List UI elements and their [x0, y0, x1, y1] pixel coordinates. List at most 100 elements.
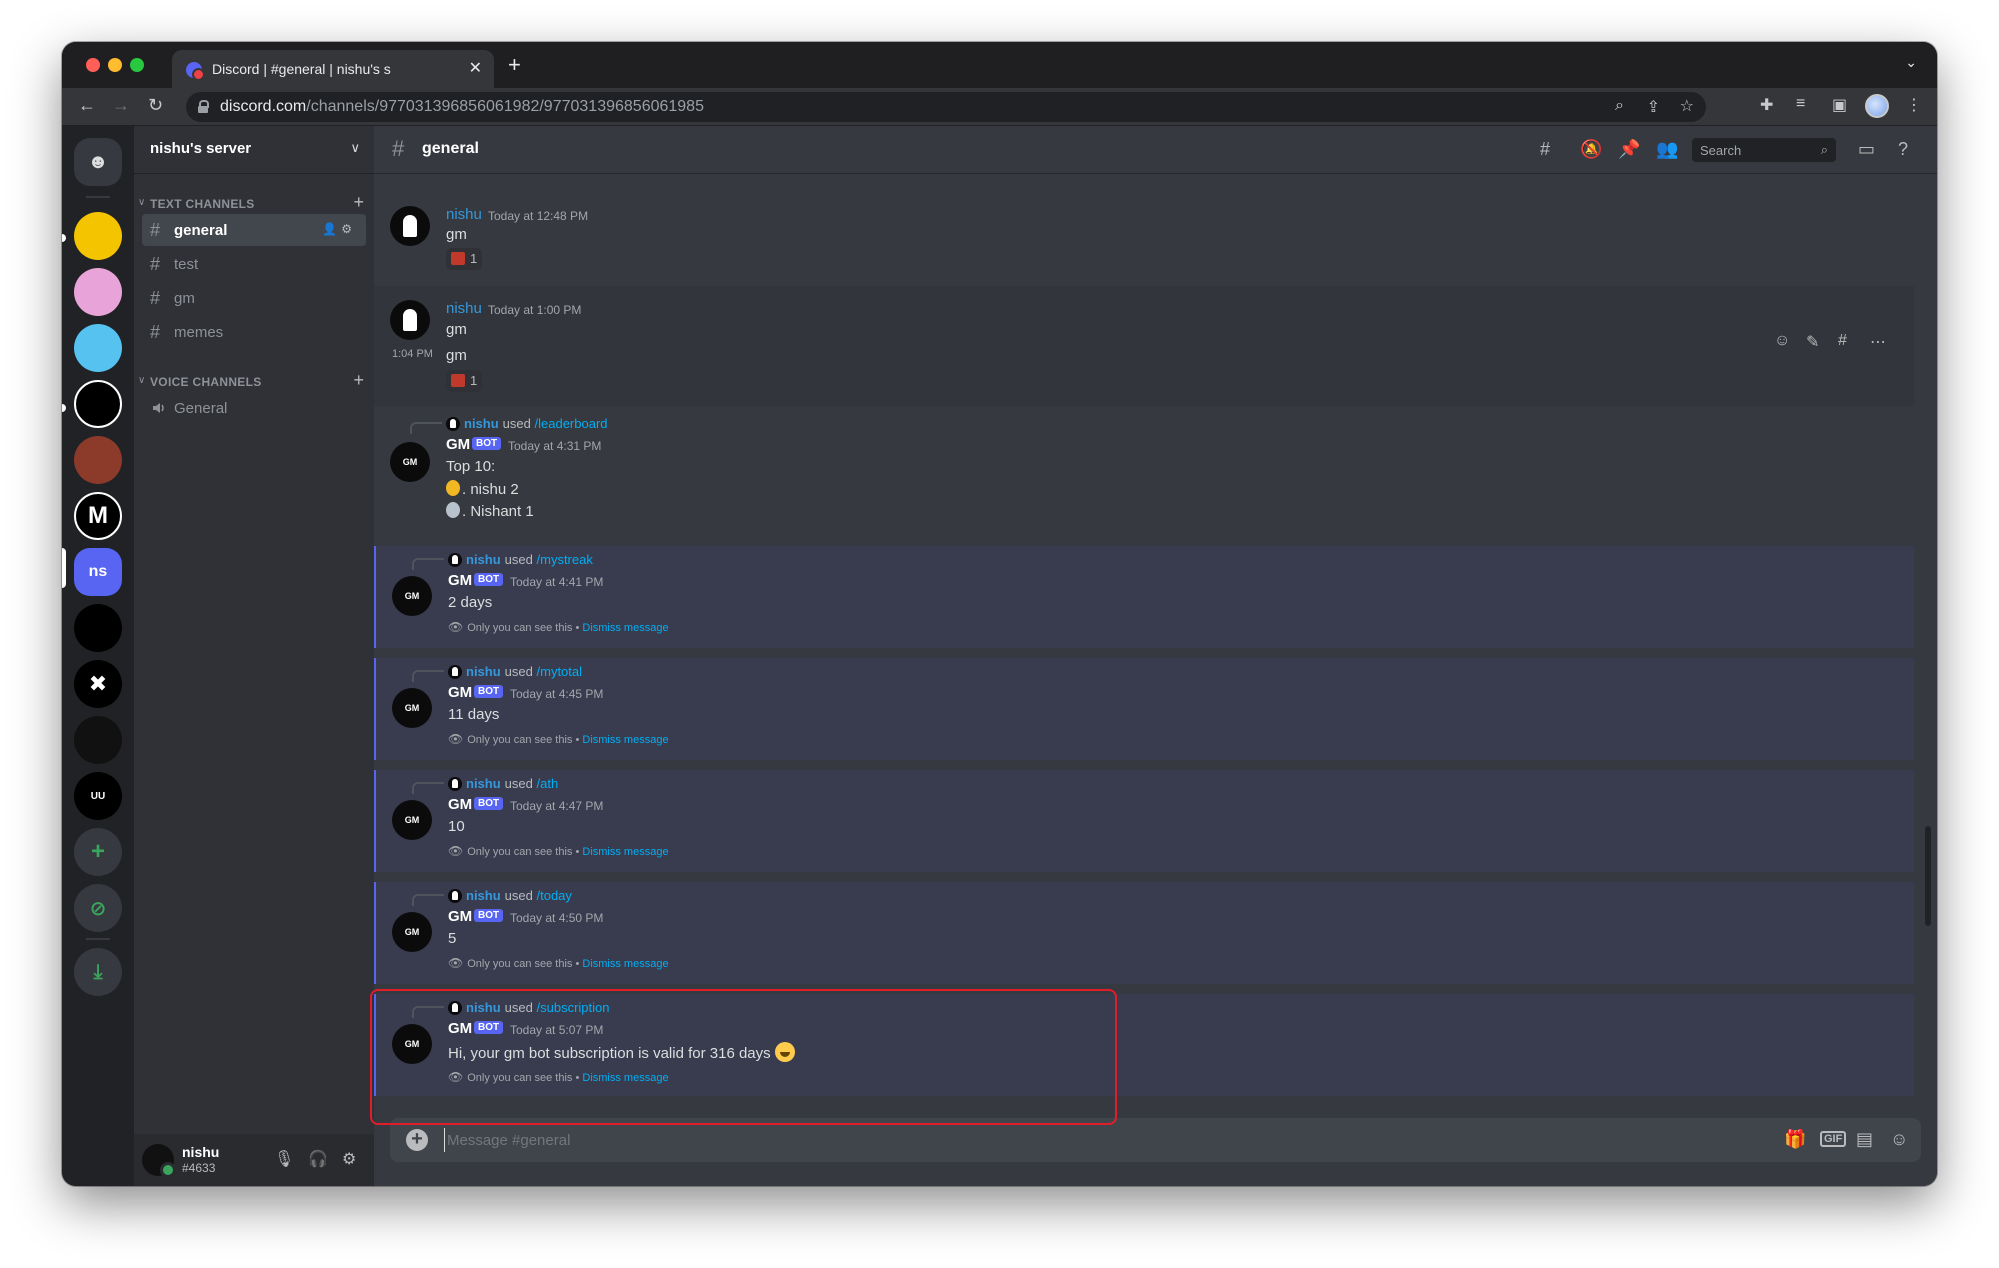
- reply-user[interactable]: nishu: [466, 552, 501, 567]
- reply-user[interactable]: nishu: [466, 1000, 501, 1015]
- reply-command[interactable]: /leaderboard: [535, 416, 608, 431]
- reload-icon[interactable]: ↻: [148, 95, 163, 116]
- browser-tab-discord[interactable]: Discord | #general | nishu's s ✕: [172, 50, 494, 88]
- gif-button[interactable]: GIF: [1820, 1131, 1847, 1147]
- edit-pencil-icon[interactable]: ✎: [1806, 332, 1819, 352]
- create-channel-icon[interactable]: +: [353, 192, 364, 213]
- reply-command[interactable]: /mystreak: [537, 552, 593, 567]
- avatar[interactable]: GM: [392, 688, 432, 728]
- reply-user[interactable]: nishu: [464, 416, 499, 431]
- text-channels-category[interactable]: ∨ TEXT CHANNELS +: [138, 192, 368, 214]
- inbox-icon[interactable]: ▭: [1858, 139, 1875, 160]
- channel-memes[interactable]: # memes: [142, 316, 366, 348]
- avatar[interactable]: GM: [392, 912, 432, 952]
- bookmark-star-icon[interactable]: ☆: [1680, 96, 1694, 116]
- message-author[interactable]: GM: [446, 436, 470, 453]
- message-author[interactable]: GM: [448, 1020, 472, 1037]
- discord-home-icon[interactable]: ☻: [74, 138, 122, 186]
- mute-microphone-icon[interactable]: 🎙: [274, 1149, 294, 1169]
- gift-icon[interactable]: 🎁: [1784, 1129, 1806, 1150]
- message-input[interactable]: [444, 1128, 1644, 1152]
- tab-search-icon[interactable]: ⌄: [1905, 54, 1917, 71]
- message-author[interactable]: nishu: [446, 300, 482, 317]
- tab-close-icon[interactable]: ✕: [469, 58, 482, 78]
- attach-plus-button[interactable]: +: [406, 1129, 428, 1151]
- server-icon-2[interactable]: [74, 268, 122, 316]
- message-author[interactable]: GM: [448, 684, 472, 701]
- chat-scrollbar[interactable]: [1925, 826, 1931, 926]
- explore-servers-button[interactable]: ⊘: [74, 884, 122, 932]
- close-window-button[interactable]: [86, 58, 100, 72]
- reply-command[interactable]: /subscription: [537, 1000, 610, 1015]
- member-list-icon[interactable]: 👥: [1656, 139, 1678, 160]
- user-settings-gear-icon[interactable]: ⚙: [342, 1149, 356, 1169]
- pinned-messages-icon[interactable]: 📌: [1618, 139, 1640, 160]
- reply-command[interactable]: /today: [537, 888, 572, 903]
- reaction[interactable]: 1: [446, 370, 482, 392]
- minimize-window-button[interactable]: [108, 58, 122, 72]
- avatar[interactable]: [390, 206, 430, 246]
- dismiss-message-link[interactable]: Dismiss message: [582, 958, 668, 970]
- avatar[interactable]: GM: [390, 442, 430, 482]
- avatar[interactable]: [142, 1144, 176, 1178]
- message-author[interactable]: GM: [448, 572, 472, 589]
- side-panel-icon[interactable]: ▣: [1832, 95, 1847, 115]
- server-header[interactable]: nishu's server ∨: [134, 126, 374, 174]
- reply-command[interactable]: /ath: [537, 776, 559, 791]
- address-bar[interactable]: discord.com/channels/977031396856061982/…: [186, 92, 1706, 122]
- server-icon-8[interactable]: [74, 604, 122, 652]
- new-tab-button[interactable]: +: [508, 52, 521, 78]
- dismiss-message-link[interactable]: Dismiss message: [582, 734, 668, 746]
- create-channel-icon[interactable]: +: [353, 370, 364, 391]
- server-icon-nishus-server[interactable]: ns: [74, 548, 122, 596]
- headphones-icon[interactable]: 🎧: [308, 1149, 328, 1169]
- server-icon-5[interactable]: [74, 436, 122, 484]
- maximize-window-button[interactable]: [130, 58, 144, 72]
- voice-channel-general[interactable]: General: [142, 392, 366, 424]
- add-reaction-icon[interactable]: ☺: [1774, 332, 1790, 350]
- voice-channels-category[interactable]: ∨ VOICE CHANNELS +: [138, 370, 368, 392]
- browser-menu-icon[interactable]: ⋮: [1906, 95, 1922, 115]
- channel-gm[interactable]: # gm: [142, 282, 366, 314]
- sticker-icon[interactable]: ▤: [1856, 1129, 1873, 1150]
- zoom-icon[interactable]: ⌕: [1615, 97, 1624, 115]
- channel-settings-icons[interactable]: 👤⚙: [322, 222, 356, 236]
- message-author[interactable]: nishu: [446, 206, 482, 223]
- reply-command[interactable]: /mytotal: [537, 664, 583, 679]
- emoji-picker-icon[interactable]: ☺: [1890, 1129, 1908, 1150]
- dismiss-message-link[interactable]: Dismiss message: [582, 846, 668, 858]
- server-icon-11[interactable]: UU: [74, 772, 122, 820]
- threads-icon[interactable]: #: [1540, 139, 1550, 160]
- server-icon-4[interactable]: [74, 380, 122, 428]
- channel-test[interactable]: # test: [142, 248, 366, 280]
- forward-arrow-icon[interactable]: →: [112, 95, 130, 116]
- server-icon-1[interactable]: [74, 212, 122, 260]
- dismiss-message-link[interactable]: Dismiss message: [582, 1072, 668, 1084]
- server-icon-9[interactable]: ✖: [74, 660, 122, 708]
- reply-user[interactable]: nishu: [466, 664, 501, 679]
- download-apps-button[interactable]: ⤓: [74, 948, 122, 996]
- server-icon-10[interactable]: [74, 716, 122, 764]
- dismiss-message-link[interactable]: Dismiss message: [582, 622, 668, 634]
- share-icon[interactable]: ⇪: [1647, 97, 1660, 117]
- back-arrow-icon[interactable]: ←: [78, 95, 96, 116]
- reply-user[interactable]: nishu: [466, 888, 501, 903]
- avatar[interactable]: GM: [392, 800, 432, 840]
- media-queue-icon[interactable]: ≡: [1796, 95, 1805, 113]
- reaction[interactable]: 1: [446, 248, 482, 270]
- profile-avatar[interactable]: [1865, 94, 1889, 118]
- search-input[interactable]: Search ⌕: [1692, 138, 1836, 162]
- avatar[interactable]: GM: [392, 1024, 432, 1064]
- message-author[interactable]: GM: [448, 908, 472, 925]
- add-server-button[interactable]: +: [74, 828, 122, 876]
- create-thread-icon[interactable]: #: [1838, 332, 1847, 350]
- reply-user[interactable]: nishu: [466, 776, 501, 791]
- avatar[interactable]: [390, 300, 430, 340]
- more-options-icon[interactable]: ⋯: [1870, 332, 1886, 352]
- message-author[interactable]: GM: [448, 796, 472, 813]
- server-icon-6[interactable]: M: [74, 492, 122, 540]
- avatar[interactable]: GM: [392, 576, 432, 616]
- help-icon[interactable]: ?: [1898, 139, 1908, 160]
- channel-general[interactable]: # general 👤⚙: [142, 214, 366, 246]
- extensions-puzzle-icon[interactable]: ✚: [1760, 95, 1773, 115]
